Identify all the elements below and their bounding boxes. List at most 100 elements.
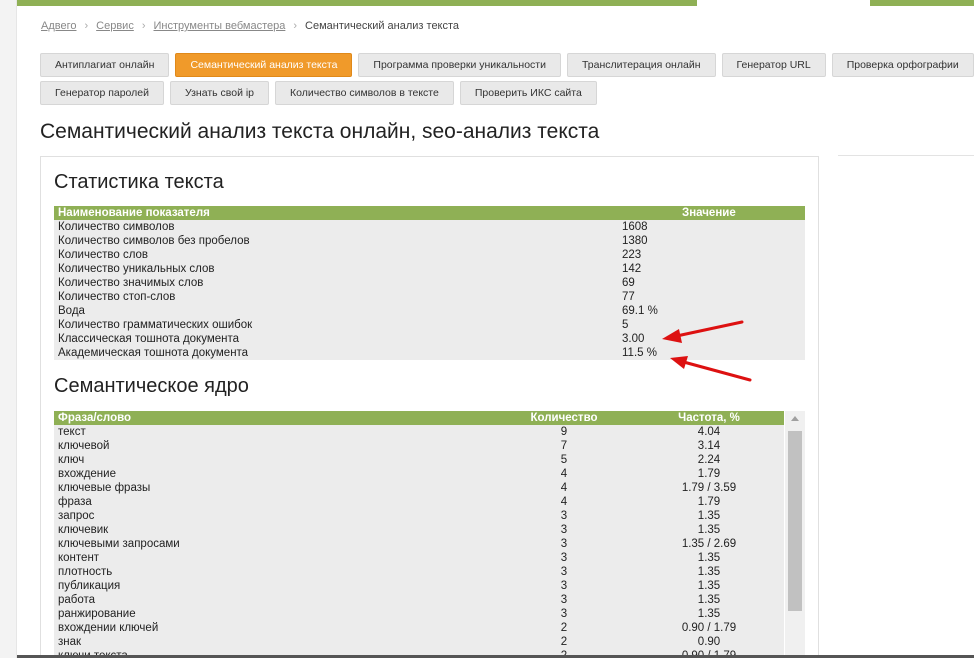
- top-accent-bar: [17, 0, 697, 6]
- page-title: Семантический анализ текста онлайн, seo-…: [40, 120, 600, 143]
- tab-r2-2[interactable]: Количество символов в тексте: [275, 81, 454, 105]
- semantic-freq: 1.35: [697, 580, 721, 592]
- breadcrumb-separator: ›: [293, 20, 298, 32]
- table-row: Количество грамматических ошибок 5: [54, 318, 805, 332]
- semantic-count: 3: [560, 566, 568, 578]
- semantic-count: 4: [560, 468, 568, 480]
- table-row: контент 3 1.35: [54, 551, 784, 565]
- stat-value: 11.5 %: [622, 347, 657, 359]
- stats-table: Наименование показателя Значение Количес…: [54, 206, 805, 360]
- semantic-count: 4: [560, 482, 568, 494]
- stat-name: Академическая тошнота документа: [58, 347, 249, 359]
- table-row: ключ 5 2.24: [54, 453, 784, 467]
- table-row: публикация 3 1.35: [54, 579, 784, 593]
- semantic-phrase: ключ: [58, 454, 85, 466]
- stat-name: Количество стоп-слов: [58, 291, 176, 303]
- semantic-freq: 1.35: [697, 566, 721, 578]
- stat-name: Количество символов без пробелов: [58, 235, 250, 247]
- table-row: запрос 3 1.35: [54, 509, 784, 523]
- semantic-freq: 1.35: [697, 552, 721, 564]
- breadcrumb: Адвего › Сервис › Инструменты вебмастера › Сем…: [41, 20, 459, 32]
- tab-r1-3[interactable]: Транслитерация онлайн: [566, 53, 716, 77]
- stat-name: Вода: [58, 305, 85, 317]
- semantic-count: 5: [560, 454, 568, 466]
- breadcrumb-link-webmaster-tools[interactable]: Инструменты вебмастера: [154, 20, 286, 32]
- tab-row-1: Антиплагиат онлайн Семантический анализ т…: [40, 53, 974, 77]
- semantic-phrase: текст: [58, 426, 86, 438]
- stat-value: 3.00: [622, 333, 645, 345]
- stat-value: 69.1 %: [622, 305, 658, 317]
- table-row: плотность 3 1.35: [54, 565, 784, 579]
- tab-row-2: Генератор паролей Узнать свой ip Количеств…: [40, 81, 974, 105]
- tool-tabs: Антиплагиат онлайн Семантический анализ т…: [40, 53, 974, 109]
- semantic-table: Фраза/слово Количество Частота, % текст 9…: [54, 411, 805, 658]
- semantic-phrase: ключевыми запросами: [58, 538, 180, 550]
- semantic-freq: 1.79: [697, 468, 721, 480]
- semantic-freq: 1.35: [697, 510, 721, 522]
- table-row: Количество уникальных слов 142: [54, 262, 805, 276]
- top-accent-bar-right: [870, 0, 974, 6]
- semantic-count: 3: [560, 552, 568, 564]
- table-row: ключевыми запросами 3 1.35 / 2.69: [54, 537, 784, 551]
- semantic-freq: 4.04: [697, 426, 721, 438]
- semantic-table-body: текст 9 4.04 ключевой 7 3.14 ключ 5 2.24 вхождени…: [54, 425, 784, 658]
- semantic-count: 9: [560, 426, 568, 438]
- semantic-phrase: работа: [58, 594, 96, 606]
- semantic-count: 3: [560, 524, 568, 536]
- stats-col-value: Значение: [682, 207, 736, 219]
- tab-r1-1[interactable]: Семантический анализ текста: [175, 53, 353, 77]
- table-row: ранжирование 3 1.35: [54, 607, 784, 621]
- stats-table-header: Наименование показателя Значение: [54, 206, 805, 220]
- semantic-freq: 1.79 / 3.59: [681, 482, 737, 494]
- table-row: Классическая тошнота документа 3.00: [54, 332, 805, 346]
- table-row: вхождение 4 1.79: [54, 467, 784, 481]
- stat-value: 142: [622, 263, 642, 275]
- breadcrumb-link-advego[interactable]: Адвего: [41, 20, 76, 32]
- semantic-phrase: знак: [58, 636, 82, 648]
- semantic-freq: 1.35: [697, 608, 721, 620]
- tab-r2-3[interactable]: Проверить ИКС сайта: [459, 81, 597, 105]
- stat-name: Количество слов: [58, 249, 149, 261]
- stat-value: 223: [622, 249, 642, 261]
- divider: [838, 155, 974, 156]
- semantic-count: 3: [560, 510, 568, 522]
- tab-r2-1[interactable]: Узнать свой ip: [170, 81, 270, 105]
- breadcrumb-separator: ›: [141, 20, 146, 32]
- table-row: Количество символов 1608: [54, 220, 805, 234]
- stat-name: Классическая тошнота документа: [58, 333, 240, 345]
- table-row: Вода 69.1 %: [54, 304, 805, 318]
- left-margin-strip: [0, 0, 17, 658]
- semantic-phrase: ключевик: [58, 524, 109, 536]
- semantic-count: 2: [560, 636, 568, 648]
- table-row: вхождении ключей 2 0.90 / 1.79: [54, 621, 784, 635]
- table-row: Количество слов 223: [54, 248, 805, 262]
- scroll-up-arrow-icon[interactable]: [785, 411, 805, 427]
- semantic-phrase: плотность: [58, 566, 113, 578]
- semantic-phrase: публикация: [58, 580, 121, 592]
- semantic-freq: 1.35 / 2.69: [681, 538, 737, 550]
- semantic-count: 3: [560, 594, 568, 606]
- semantic-count: 7: [560, 440, 568, 452]
- stat-value: 1380: [622, 235, 648, 247]
- tab-r1-5[interactable]: Проверка орфографии: [831, 53, 974, 77]
- tab-r2-0[interactable]: Генератор паролей: [40, 81, 165, 105]
- breadcrumb-current: Семантический анализ текста: [305, 20, 460, 32]
- table-row: текст 9 4.04: [54, 425, 784, 439]
- semantic-count: 3: [560, 608, 568, 620]
- stat-value: 69: [622, 277, 635, 289]
- table-row: ключевой 7 3.14: [54, 439, 784, 453]
- stats-col-name: Наименование показателя: [58, 207, 210, 219]
- semantic-scrollbar[interactable]: [785, 411, 805, 658]
- table-row: Количество символов без пробелов 1380: [54, 234, 805, 248]
- breadcrumb-separator: ›: [84, 20, 89, 32]
- table-row: знак 2 0.90: [54, 635, 784, 649]
- tab-r1-4[interactable]: Генератор URL: [721, 53, 826, 77]
- semantic-freq: 2.24: [697, 454, 721, 466]
- breadcrumb-link-service[interactable]: Сервис: [96, 20, 134, 32]
- tab-r1-2[interactable]: Программа проверки уникальности: [358, 53, 561, 77]
- tab-r1-0[interactable]: Антиплагиат онлайн: [40, 53, 170, 77]
- semantic-freq: 1.35: [697, 524, 721, 536]
- stat-name: Количество значимых слов: [58, 277, 204, 289]
- scrollbar-thumb[interactable]: [788, 431, 802, 611]
- table-row: Академическая тошнота документа 11.5 %: [54, 346, 805, 360]
